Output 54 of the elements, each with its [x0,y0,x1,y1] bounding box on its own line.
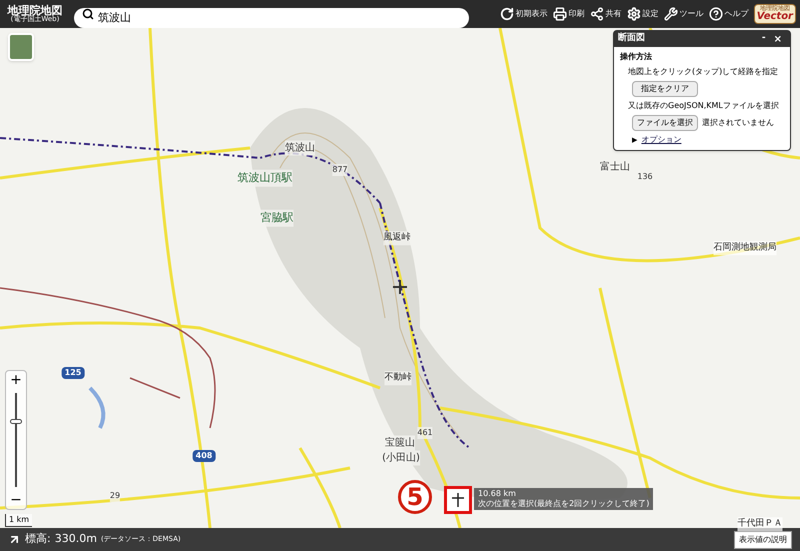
section-heading: 操作方法 [620,51,653,63]
toolbar-button[interactable]: ツール [664,7,704,21]
options-link[interactable]: オプション [641,134,682,146]
arrow-icon [8,533,21,546]
step-number-marker: 5 [398,480,432,514]
close-button[interactable]: × [770,32,786,46]
zoom-in-button[interactable]: + [10,371,22,389]
map-label: 宝篋山 [385,436,415,450]
wrench-icon [664,7,678,21]
settings-icon [626,7,641,21]
print-icon [552,7,567,21]
map-label: 筑波山 [285,140,315,156]
panel-title: 断面図 [618,32,646,46]
map-label: 不動峠 [384,371,412,385]
map-label: 筑波山頂駅 [238,170,292,186]
map-label: 風返峠 [384,231,410,245]
map-label: (小田山) [382,450,420,466]
scale-bar: 1 km [5,514,32,527]
help-icon [708,7,723,21]
minimize-button[interactable]: - [758,32,770,46]
reload-icon [500,7,514,21]
file-status: 選択されていません [702,117,774,129]
instruction-text: 又は既存のGeoJSON,KMLファイルを選択 [627,100,780,112]
toolbar-button[interactable]: 初期表示 [500,7,548,21]
search-icon [82,8,94,20]
toolbar-button[interactable]: 共有 [590,7,622,21]
toolbar-button[interactable]: 印刷 [552,7,585,21]
zoom-out-button[interactable]: − [10,491,22,509]
map-label: 461 [417,427,433,439]
crosshair-icon [393,280,407,294]
elevation-value: 330.0m [54,531,97,548]
toolbar-button[interactable]: ヘルプ [708,7,749,21]
instruction-text: 地図上をクリック(タップ)して経路を指定 [627,66,780,78]
crosshair-icon [451,493,465,507]
badge-text: Vector [756,12,793,22]
distance-text: 10.68 km [478,489,517,499]
clear-button[interactable]: 指定をクリア [632,81,698,97]
map-label: 千代田ＰＡ [738,517,782,531]
help-button[interactable]: 表示値の説明 [734,530,792,548]
map-label: 宮脇駅 [260,210,294,226]
file-button[interactable]: ファイルを選択 [632,115,698,131]
elevation-label: 標高: [25,531,51,548]
toolbar-button[interactable]: 設定 [626,7,659,21]
map-layer-button[interactable] [8,33,34,61]
map-label: 877 [332,164,348,176]
zoom-thumb[interactable] [10,419,22,424]
map-label: 125 [62,367,84,379]
map-label: 408 [192,450,216,462]
map-label: 29 [110,490,120,502]
search-field[interactable]: 筑波山 [74,8,469,28]
map-label: 石岡測地観測局 [714,241,776,255]
app-title: 地理院地図 [8,5,62,16]
tooltip-instruction: 次の位置を選択(最終点を2回クリックして終了) [478,499,650,509]
share-icon [590,7,604,21]
